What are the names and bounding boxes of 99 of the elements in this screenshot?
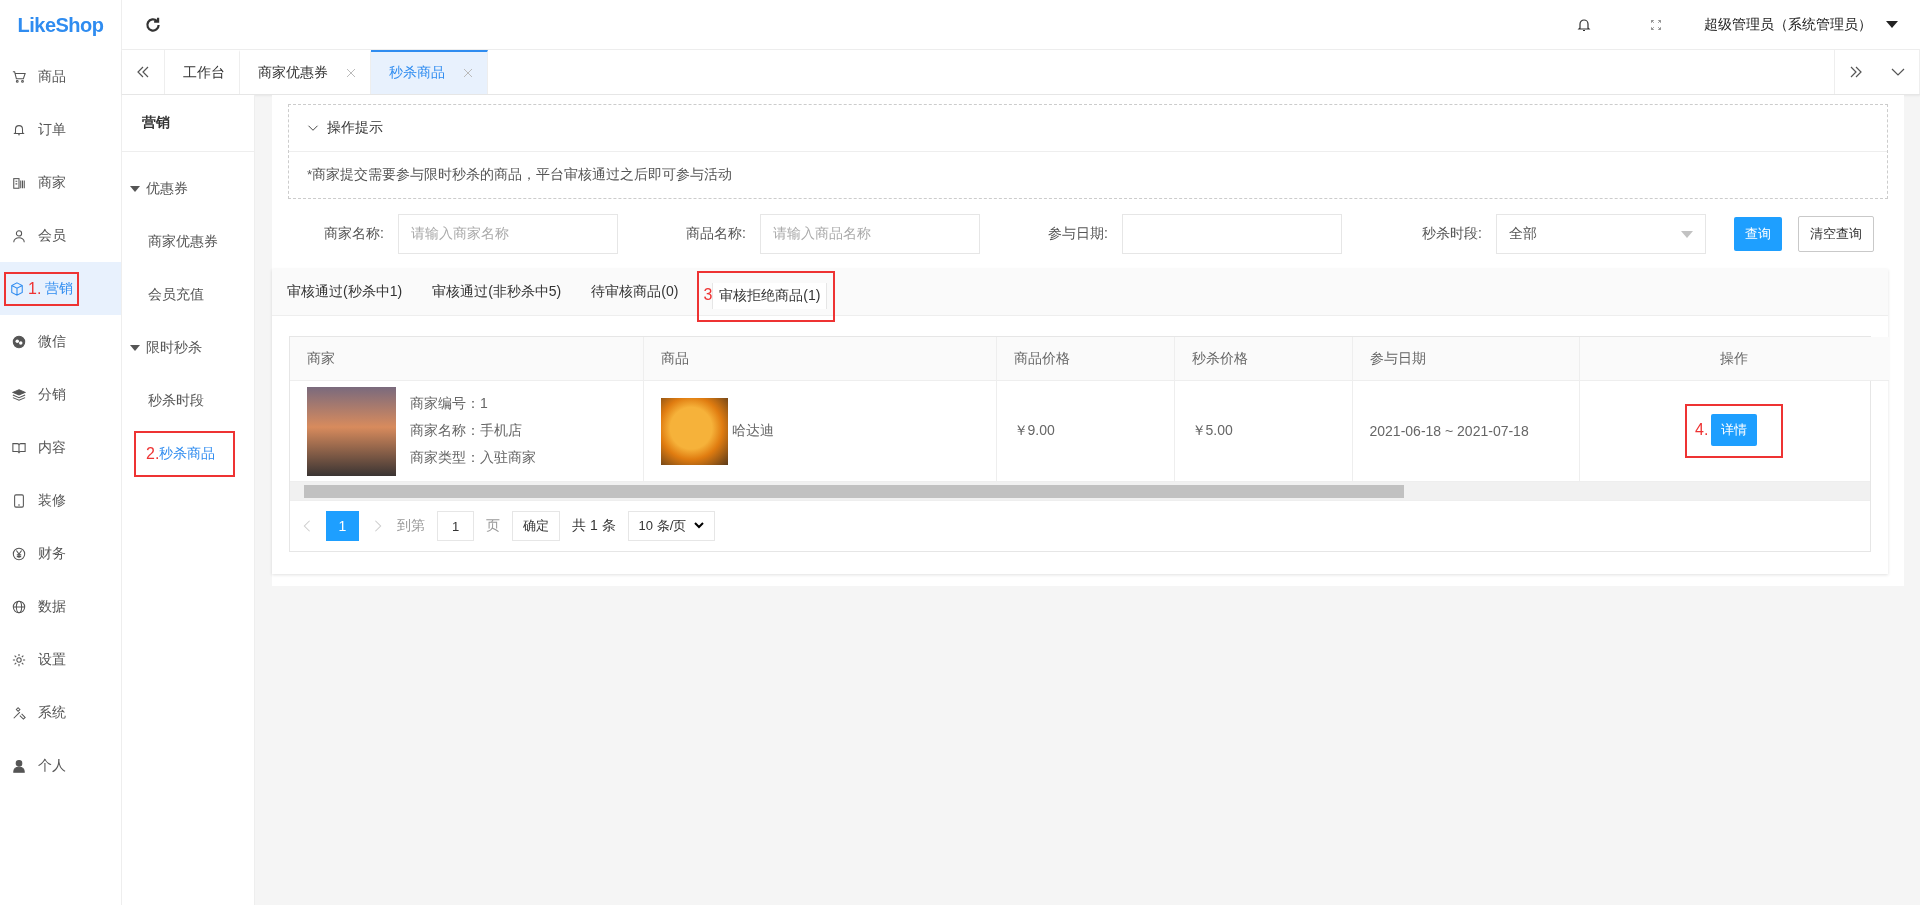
menu-label: 系统 xyxy=(38,703,66,722)
submenu-item[interactable]: 商家优惠券 xyxy=(148,232,218,251)
input-field[interactable] xyxy=(1122,214,1342,254)
annotation-number: 1. xyxy=(28,279,42,298)
submenu-item[interactable]: 秒杀商品 xyxy=(159,444,216,463)
menu-label: 商家 xyxy=(38,173,66,192)
bell-icon[interactable] xyxy=(1576,16,1592,33)
annotation-number: 2. xyxy=(146,444,160,463)
menu-label: 分销 xyxy=(38,385,66,404)
column-header: 商品 xyxy=(643,337,996,381)
chat-bubbles-icon xyxy=(12,334,26,349)
column-header: 参与日期 xyxy=(1352,337,1579,381)
bell-icon xyxy=(12,122,26,137)
page-size-select[interactable]: 10 条/页 xyxy=(627,511,716,541)
photo-placeholder xyxy=(660,397,728,465)
status-tab[interactable]: 审核通过(非秒杀中5) xyxy=(421,269,573,315)
user-silhouette-icon xyxy=(12,758,26,773)
caret-down-icon xyxy=(130,342,140,353)
status-tab[interactable]: 审核拒绝商品(1) xyxy=(712,282,828,309)
user-menu[interactable]: 超级管理员（系统管理员） xyxy=(1704,15,1872,34)
cube-icon xyxy=(10,281,24,296)
sidebar-item[interactable]: 装修 xyxy=(0,474,121,527)
chevron-down-icon xyxy=(694,522,705,530)
status-tab[interactable]: 审核通过(秒杀中1) xyxy=(276,269,414,315)
column-header: 商品价格 xyxy=(996,337,1174,381)
menu-label: 内容 xyxy=(38,438,66,457)
sidebar-item[interactable]: 个人 xyxy=(0,739,121,792)
sidebar-item[interactable]: 商品 xyxy=(0,50,121,103)
menu-label: 会员 xyxy=(38,226,66,245)
sidebar-item[interactable]: 商家 xyxy=(0,156,121,209)
cart-icon xyxy=(12,69,26,84)
sidebar-item[interactable]: 1. 营销 xyxy=(0,262,121,315)
horizontal-scrollbar[interactable] xyxy=(290,481,1870,500)
tip-text: *商家提交需要参与限时秒杀的商品，平台审核通过之后即可参与活动 xyxy=(306,166,734,184)
menu-label: 装修 xyxy=(38,491,66,510)
column-header: 秒杀价格 xyxy=(1174,337,1352,381)
logo: LikeShop xyxy=(16,12,105,38)
fullscreen-icon[interactable] xyxy=(1650,18,1662,31)
filter-label: 商家名称: xyxy=(323,225,385,243)
filter-label: 秒杀时段: xyxy=(1421,225,1483,243)
double-chevron-left-icon xyxy=(135,64,151,80)
filter-label: 参与日期: xyxy=(1047,225,1109,243)
page-tab[interactable]: 工作台 xyxy=(165,50,240,94)
sidebar-item[interactable]: 分销 xyxy=(0,368,121,421)
annotation-number: 4. xyxy=(1695,421,1709,439)
book-icon xyxy=(12,440,26,455)
goods-name: 哈达迪 xyxy=(731,422,774,440)
submenu-group[interactable]: 优惠券 xyxy=(122,162,254,215)
sidebar-item[interactable]: 订单 xyxy=(0,103,121,156)
page-input[interactable]: 1 xyxy=(437,511,474,541)
clear-button[interactable]: 清空查询 xyxy=(1798,216,1874,252)
submenu-title: 营销 xyxy=(122,95,254,152)
person-icon xyxy=(12,228,26,243)
submenu-item[interactable]: 秒杀时段 xyxy=(148,391,204,410)
menu-label: 营销 xyxy=(45,279,74,298)
tips-header[interactable]: 操作提示 xyxy=(289,105,1887,152)
refresh-icon[interactable] xyxy=(144,15,162,34)
status-tab[interactable]: 待审核商品(0) xyxy=(580,269,690,315)
menu-label: 订单 xyxy=(38,120,66,139)
sidebar-item[interactable]: 内容 xyxy=(0,421,121,474)
shop-info: 商家编号：1 xyxy=(410,395,489,413)
globe-icon xyxy=(12,599,26,614)
caret-down-icon xyxy=(130,183,140,194)
building-icon xyxy=(12,175,26,190)
menu-label: 微信 xyxy=(38,332,66,351)
shop-info: 商家类型：入驻商家 xyxy=(410,449,536,467)
annotation-number: 3 xyxy=(703,286,713,304)
sidebar-item[interactable]: 设置 xyxy=(0,633,121,686)
tools-icon xyxy=(12,705,26,720)
tablet-icon xyxy=(12,493,26,508)
page-unit: 页 xyxy=(486,517,500,535)
submenu-group[interactable]: 限时秒杀 xyxy=(122,321,254,374)
layers-icon xyxy=(12,387,26,402)
caret-icon xyxy=(1681,230,1693,238)
menu-label: 设置 xyxy=(38,650,66,669)
sidebar-item[interactable]: 数据 xyxy=(0,580,121,633)
gear-icon xyxy=(12,652,26,667)
total-count: 共 1 条 xyxy=(572,517,616,535)
menu-label: 商品 xyxy=(38,67,66,86)
column-header: 商家 xyxy=(290,337,643,381)
close-icon[interactable] xyxy=(346,68,356,78)
submenu-item[interactable]: 会员充值 xyxy=(148,285,204,304)
yen-icon xyxy=(12,546,26,561)
sidebar-item[interactable]: 财务 xyxy=(0,527,121,580)
sidebar-item[interactable]: 会员 xyxy=(0,209,121,262)
sidebar-item[interactable]: 微信 xyxy=(0,315,121,368)
sidebar-item[interactable]: 系统 xyxy=(0,686,121,739)
menu-label: 个人 xyxy=(38,756,66,775)
caret-icon xyxy=(1886,20,1898,29)
menu-label: 数据 xyxy=(38,597,66,616)
confirm-button[interactable]: 确定 xyxy=(512,511,560,541)
filter-label: 商品名称: xyxy=(685,225,747,243)
goto-label: 到第 xyxy=(397,517,425,535)
column-header: 操作 xyxy=(1579,337,1889,381)
select-field[interactable]: 全部 xyxy=(1496,214,1706,254)
close-icon[interactable] xyxy=(463,68,473,78)
menu-label: 财务 xyxy=(38,544,66,563)
shop-info: 商家名称：手机店 xyxy=(410,422,523,440)
double-chevron-right-icon xyxy=(1848,64,1864,80)
